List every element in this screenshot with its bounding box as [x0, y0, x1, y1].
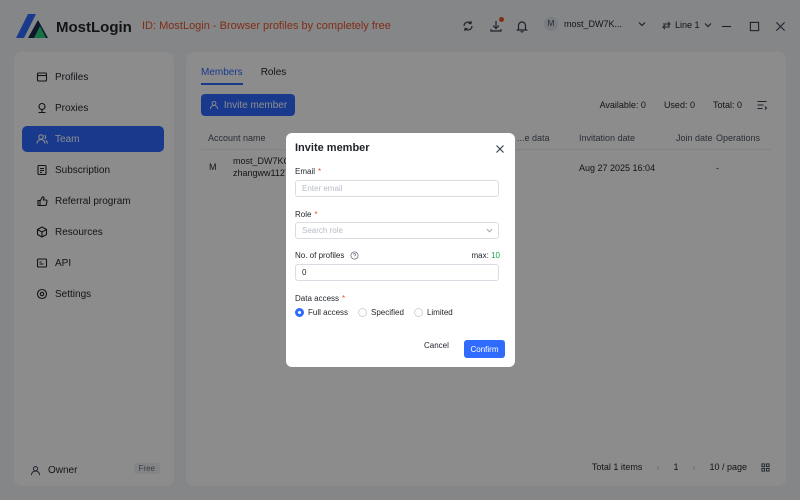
radio-button — [413, 308, 423, 317]
profiles-quantity-input[interactable] — [295, 264, 499, 281]
required-mark: * — [342, 294, 346, 303]
required-mark: * — [318, 167, 322, 176]
max-label: max: — [471, 251, 489, 260]
dialog-title: Invite member — [295, 142, 370, 154]
role-label-text: Role — [295, 210, 312, 219]
radio-label: Specified — [371, 308, 404, 317]
radio-specified[interactable]: Specified — [358, 308, 404, 317]
role-placeholder: Search role — [302, 226, 343, 235]
profiles-max: max: 10 — [472, 251, 500, 260]
confirm-button[interactable]: Confirm — [464, 340, 505, 358]
profiles-label: No. of profiles — [295, 251, 359, 260]
role-label: Role * — [295, 210, 318, 219]
radio-label: Limited — [426, 308, 453, 317]
required-mark: * — [314, 210, 318, 219]
email-label-text: Email — [295, 167, 316, 176]
profiles-label-text: No. of profiles — [295, 251, 345, 260]
radio-button — [358, 308, 368, 317]
invite-member-dialog: Invite member Email * Role * Search role… — [286, 133, 515, 367]
radio-limited[interactable]: Limited — [413, 308, 453, 317]
access-radio-group: Full access Specified Limited — [295, 308, 453, 317]
help-icon[interactable] — [350, 251, 359, 260]
access-label-text: Data access — [295, 294, 340, 303]
role-select[interactable]: Search role — [295, 222, 499, 239]
radio-label: Full access — [308, 308, 349, 317]
chevron-down-icon — [486, 228, 493, 233]
radio-button — [295, 308, 304, 317]
cancel-button[interactable]: Cancel — [424, 341, 449, 350]
radio-full-access[interactable]: Full access — [295, 308, 348, 317]
max-value: 10 — [491, 251, 500, 260]
access-label: Data access * — [295, 294, 345, 303]
email-label: Email * — [295, 167, 321, 176]
email-field[interactable] — [295, 180, 499, 197]
close-icon[interactable] — [495, 144, 505, 154]
